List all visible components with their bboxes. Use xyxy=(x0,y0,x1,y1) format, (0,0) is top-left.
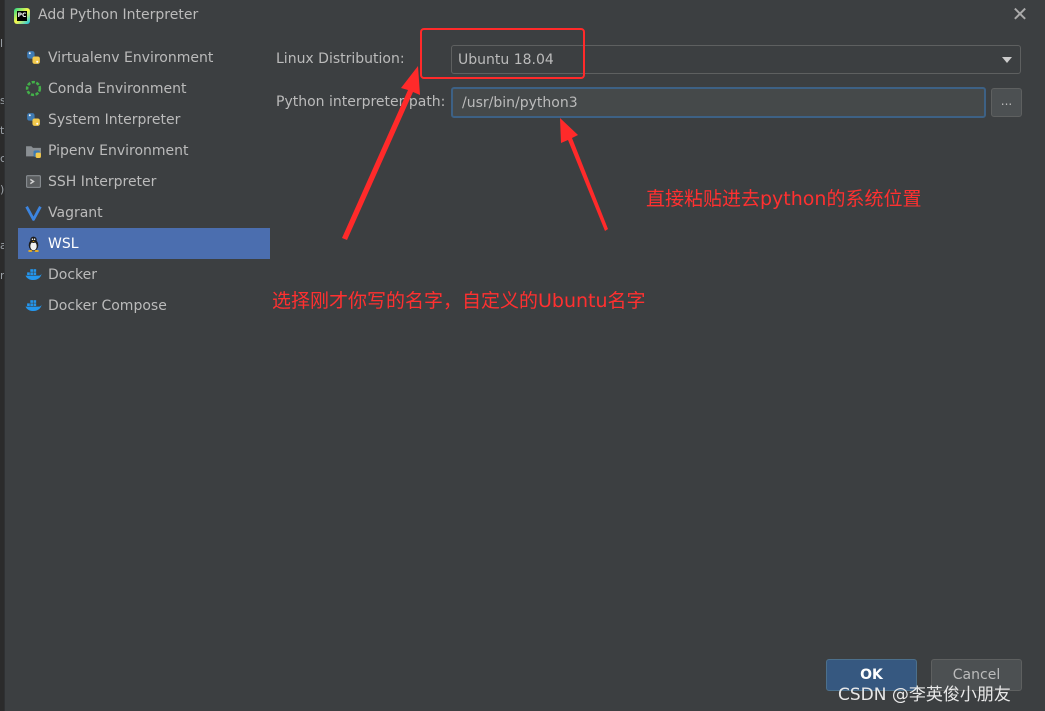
annotation-arrow-distribution xyxy=(342,66,420,240)
annotation-arrow-path xyxy=(560,118,608,231)
annotation-note-path: 直接粘贴进去python的系统位置 xyxy=(646,188,922,210)
add-python-interpreter-dialog: l s t c ) a n PC Add Python Interpreter … xyxy=(0,0,1045,711)
annotation-note-distribution: 选择刚才你写的名字，自定义的Ubuntu名字 xyxy=(272,290,646,312)
annotation-arrows xyxy=(342,66,608,240)
csdn-watermark: CSDN @李英俊小朋友 xyxy=(838,685,1011,705)
